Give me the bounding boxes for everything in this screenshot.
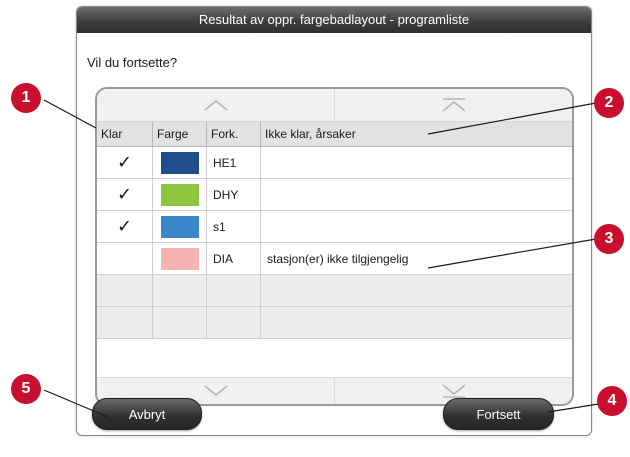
empty-row	[97, 275, 572, 307]
table-row: ✓ s1	[97, 211, 572, 243]
scroll-to-top-icon	[442, 98, 465, 112]
abbreviation-cell: HE1	[207, 147, 261, 178]
table-header: Klar Farge Fork. Ikke klar, årsaker	[97, 122, 572, 147]
color-swatch	[160, 247, 199, 270]
table-row: ✓ DHY	[97, 179, 572, 211]
empty-cell	[261, 307, 572, 338]
reason-cell	[261, 211, 572, 242]
color-swatch	[160, 151, 199, 174]
color-cell	[153, 243, 207, 274]
ready-check-icon: ✓	[97, 147, 153, 178]
color-swatch	[160, 183, 199, 206]
empty-cell	[207, 307, 261, 338]
abbreviation-cell: s1	[207, 211, 261, 242]
scroll-to-top-button[interactable]	[334, 89, 572, 121]
callout-1: 1	[11, 83, 41, 113]
header-not-ready-reasons: Ikke klar, årsaker	[265, 127, 356, 141]
callout-2: 2	[594, 88, 624, 118]
empty-cell	[261, 275, 572, 306]
header-color: Farge	[153, 122, 207, 146]
cancel-button[interactable]: Avbryt	[92, 398, 202, 430]
ready-check-icon	[97, 243, 153, 274]
empty-row	[97, 307, 572, 339]
result-dialog: Resultat av oppr. fargebadlayout - progr…	[76, 6, 592, 436]
reason-cell	[261, 147, 572, 178]
chevron-up-icon	[204, 100, 227, 111]
callout-5: 5	[11, 374, 41, 404]
color-cell	[153, 179, 207, 210]
header-abbreviation: Fork.	[207, 122, 261, 146]
chevron-down-icon	[204, 385, 227, 396]
header-ready: Klar	[97, 122, 153, 146]
scroll-to-bottom-icon	[442, 384, 465, 398]
scroll-up-button[interactable]	[97, 89, 334, 121]
ready-check-icon: ✓	[97, 211, 153, 242]
table-body: ✓ HE1 ✓ DHY ✓ s1 DIA stasjon(er) ikke ti…	[97, 147, 572, 339]
table-row: ✓ HE1	[97, 147, 572, 179]
dialog-question: Vil du fortsette?	[87, 55, 178, 70]
program-table: Klar Farge Fork. Ikke klar, årsaker ✓ HE…	[95, 87, 574, 406]
continue-button[interactable]: Fortsett	[443, 398, 554, 430]
callout-3: 3	[594, 224, 624, 254]
color-cell	[153, 211, 207, 242]
empty-cell	[207, 275, 261, 306]
empty-cell	[97, 275, 153, 306]
color-swatch	[160, 215, 199, 238]
callout-4: 4	[597, 386, 627, 416]
abbreviation-cell: DHY	[207, 179, 261, 210]
table-row: DIA stasjon(er) ikke tilgjengelig	[97, 243, 572, 275]
reason-cell	[261, 179, 572, 210]
empty-cell	[153, 275, 207, 306]
abbreviation-cell: DIA	[207, 243, 261, 274]
empty-cell	[97, 307, 153, 338]
empty-cell	[153, 307, 207, 338]
ready-check-icon: ✓	[97, 179, 153, 210]
reason-cell: stasjon(er) ikke tilgjengelig	[267, 251, 409, 266]
color-cell	[153, 147, 207, 178]
dialog-title: Resultat av oppr. fargebadlayout - progr…	[77, 7, 591, 33]
scroll-up-bar	[97, 89, 572, 122]
